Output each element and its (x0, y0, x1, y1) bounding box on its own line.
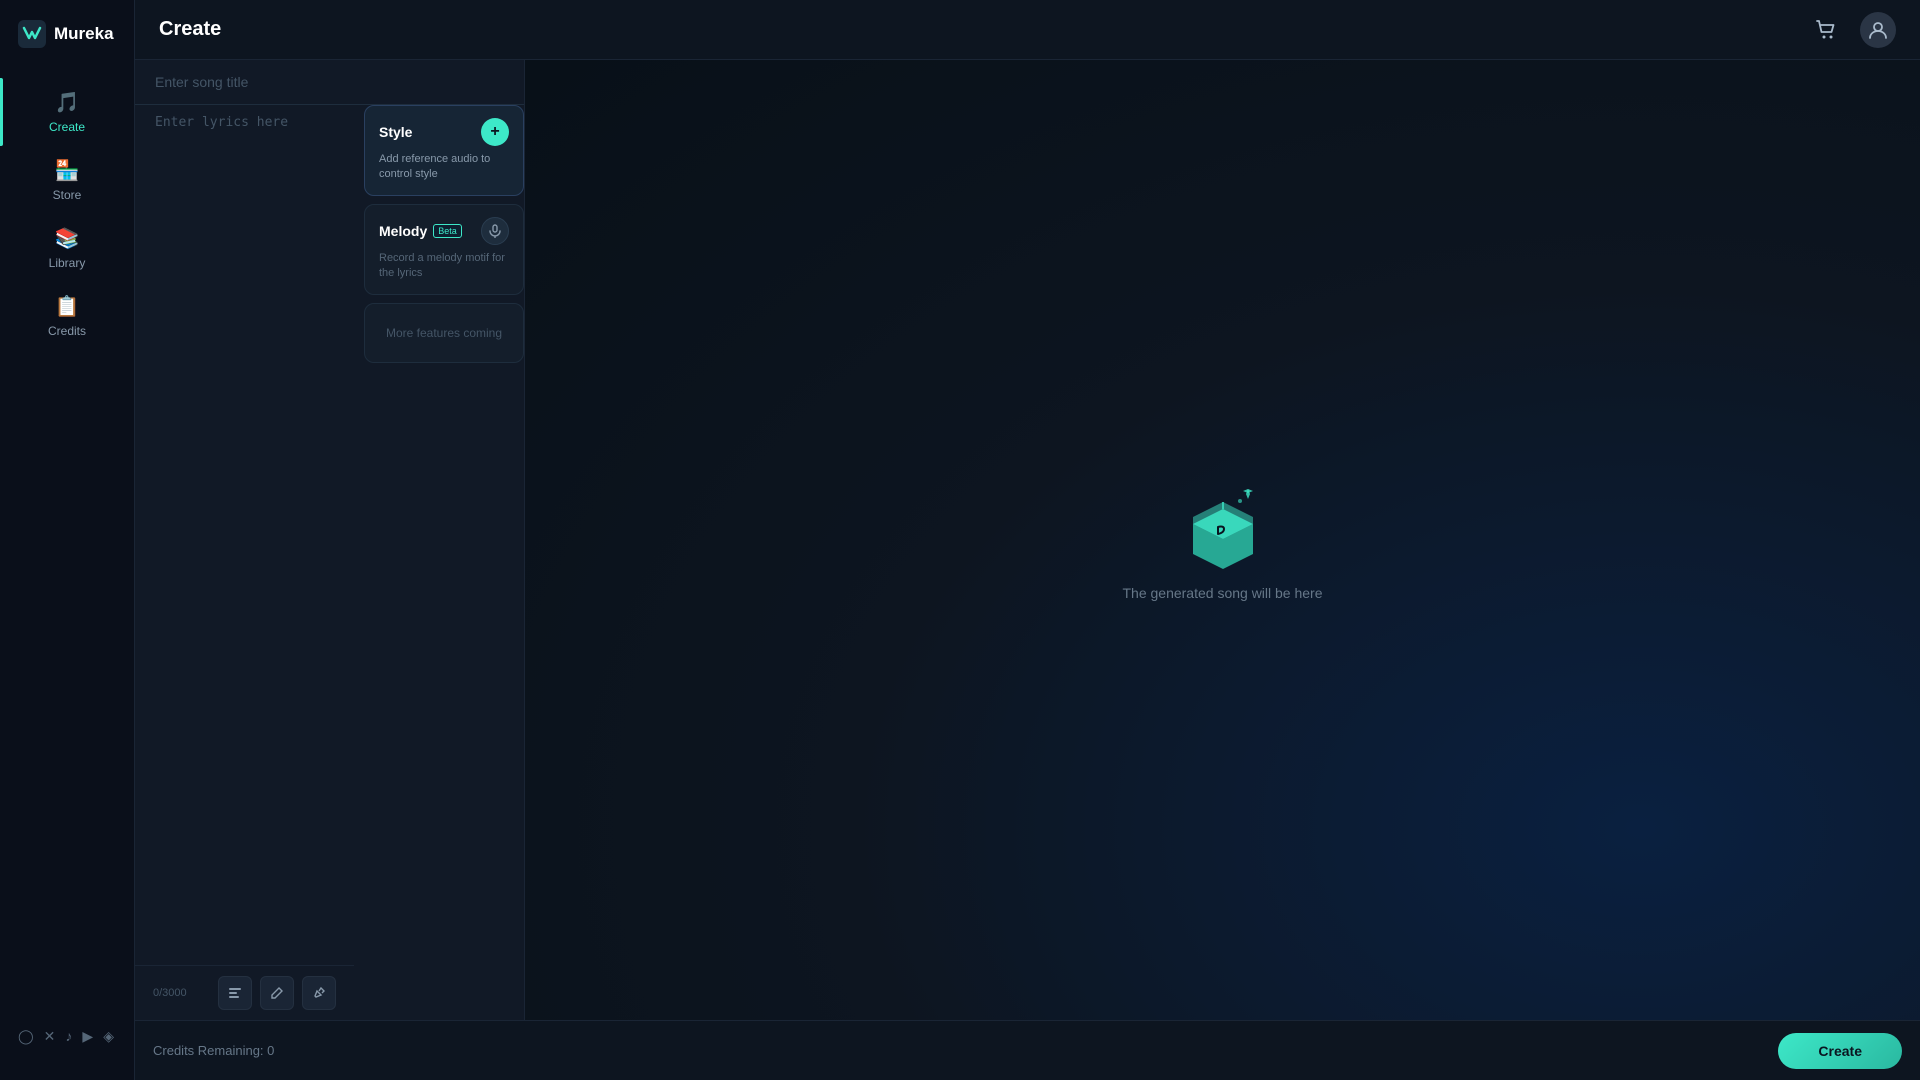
cart-button[interactable] (1808, 12, 1844, 48)
sidebar-label-library: Library (49, 256, 86, 270)
discord-icon[interactable]: ◈ (103, 1028, 114, 1045)
right-main-area: The generated song will be here (525, 60, 1920, 1020)
user-avatar-button[interactable] (1860, 12, 1896, 48)
library-icon: 📚 (55, 226, 80, 251)
format-tool-button[interactable] (218, 976, 252, 1010)
style-card-header: Style + (379, 118, 509, 146)
melody-mic-button[interactable] (481, 217, 509, 245)
mureka-logo-icon (18, 20, 46, 48)
sidebar-item-create[interactable]: 🎵 Create (0, 78, 134, 146)
sidebar: Mureka 🎵 Create 🏪 Store 📚 Library 📋 Cred… (0, 0, 135, 1080)
sidebar-item-store[interactable]: 🏪 Store (0, 146, 134, 214)
topbar-actions (1808, 12, 1896, 48)
empty-box-illustration (1178, 479, 1268, 569)
sidebar-label-store: Store (53, 188, 82, 202)
page-title: Create (159, 18, 221, 41)
char-count: 0/3000 (153, 987, 187, 999)
youtube-icon[interactable]: ▶ (82, 1028, 93, 1045)
instagram-icon[interactable]: ◯ (18, 1028, 34, 1045)
lyrics-area: 0/3000 (135, 105, 354, 1020)
highlight-icon (312, 986, 326, 1000)
mic-icon (488, 224, 502, 238)
edit-tool-button[interactable] (260, 976, 294, 1010)
content-area: 0/3000 (135, 60, 1920, 1020)
credits-icon: 📋 (55, 294, 80, 319)
song-title-input[interactable] (135, 60, 524, 105)
style-card[interactable]: Style + Add reference audio to control s… (364, 105, 524, 196)
sidebar-item-library[interactable]: 📚 Library (0, 214, 134, 282)
create-button[interactable]: Create (1778, 1033, 1902, 1069)
user-icon (1868, 20, 1888, 40)
credits-remaining-label: Credits Remaining: 0 (153, 1043, 1778, 1058)
more-features-text: More features coming (386, 326, 502, 340)
melody-card-description: Record a melody motif for the lyrics (379, 251, 509, 282)
empty-state-text: The generated song will be here (1122, 585, 1322, 601)
tiktok-icon[interactable]: ♪ (65, 1028, 72, 1045)
social-links: ◯ ✕ ♪ ▶ ◈ (0, 1013, 132, 1060)
lyrics-tools (218, 976, 336, 1010)
left-panel: 0/3000 (135, 60, 525, 1020)
highlight-tool-button[interactable] (302, 976, 336, 1010)
sidebar-item-credits[interactable]: 📋 Credits (0, 282, 134, 350)
melody-card-title: Melody (379, 223, 427, 239)
melody-title-row: Melody Beta (379, 223, 462, 239)
create-icon: 🎵 (55, 90, 80, 115)
lyrics-bottom-bar: 0/3000 (135, 965, 354, 1020)
more-features-card: More features coming (364, 303, 524, 363)
sidebar-label-create: Create (49, 120, 85, 134)
sidebar-label-credits: Credits (48, 324, 86, 338)
melody-card-header: Melody Beta (379, 217, 509, 245)
style-add-button[interactable]: + (481, 118, 509, 146)
empty-state: The generated song will be here (1122, 479, 1322, 601)
x-icon[interactable]: ✕ (44, 1028, 56, 1045)
store-icon: 🏪 (55, 158, 80, 183)
main-wrapper: Create (135, 0, 1920, 1080)
logo: Mureka (0, 20, 132, 78)
app-name: Mureka (54, 24, 114, 44)
style-card-description: Add reference audio to control style (379, 152, 509, 183)
edit-icon (270, 986, 284, 1000)
beta-badge: Beta (433, 224, 462, 238)
melody-card[interactable]: Melody Beta Record a me (364, 204, 524, 295)
format-icon (228, 986, 242, 1000)
feature-cards: Style + Add reference audio to control s… (354, 105, 524, 1020)
create-bar: Credits Remaining: 0 Create (135, 1020, 1920, 1080)
topbar: Create (135, 0, 1920, 60)
cart-icon (1815, 19, 1837, 41)
lyrics-input[interactable] (135, 105, 354, 965)
style-card-title: Style (379, 124, 412, 140)
